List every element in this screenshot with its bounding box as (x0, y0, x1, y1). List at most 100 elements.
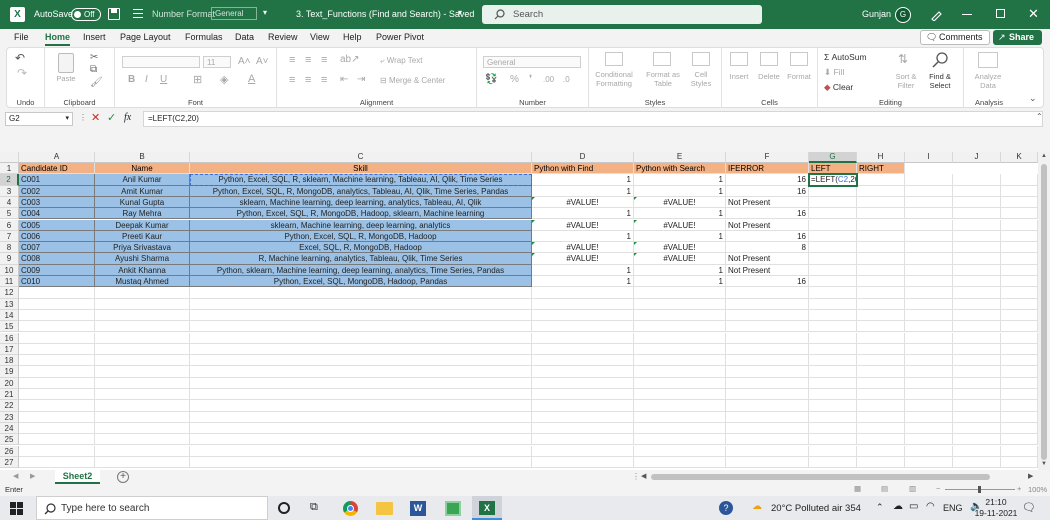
empty-cell[interactable] (905, 230, 953, 243)
font-color-icon[interactable]: A (248, 73, 255, 85)
active-cell-g2[interactable]: =LEFT(C2,20) (808, 173, 858, 187)
cell-iferror[interactable]: Not Present (726, 264, 809, 276)
empty-cell[interactable] (1001, 242, 1038, 254)
italic-icon[interactable]: I (145, 74, 148, 85)
empty-cell[interactable] (905, 411, 953, 423)
taskbar-search-box[interactable]: Type here to search (36, 496, 268, 520)
row-header[interactable]: 5 (0, 208, 19, 220)
empty-cell[interactable] (726, 445, 809, 457)
format-painter-icon[interactable]: 🖌 (90, 77, 103, 88)
empty-cell[interactable] (532, 434, 634, 446)
empty-cell[interactable] (905, 276, 953, 288)
empty-cell[interactable] (634, 366, 726, 378)
vertical-scroll-thumb[interactable] (1041, 164, 1047, 460)
bottom-align-icon[interactable]: ≡ (321, 54, 327, 66)
cell-python-search[interactable]: 1 (634, 230, 726, 243)
notifications-icon[interactable]: 🗨 (1022, 501, 1036, 514)
empty-cell[interactable] (953, 366, 1001, 378)
cell-python-find[interactable]: #VALUE! (532, 196, 634, 209)
scroll-left-icon[interactable]: ◀ (641, 472, 646, 480)
empty-cell[interactable] (726, 309, 809, 322)
empty-cell[interactable] (634, 298, 726, 310)
word-icon[interactable]: W (410, 501, 426, 516)
empty-cell[interactable] (95, 355, 190, 367)
empty-cell[interactable] (905, 208, 953, 220)
empty-cell[interactable] (953, 196, 1001, 209)
empty-cell[interactable] (905, 174, 953, 186)
empty-cell[interactable] (809, 309, 857, 322)
empty-cell[interactable] (1001, 456, 1038, 469)
analyze-data-icon[interactable] (978, 52, 998, 68)
empty-cell[interactable] (857, 185, 905, 197)
minimize-icon[interactable] (962, 14, 972, 15)
cell-skill[interactable]: Python, Excel, SQL, R, MongoDB, analytic… (190, 185, 532, 197)
row-header[interactable]: 10 (0, 264, 19, 276)
empty-cell[interactable] (532, 332, 634, 344)
cell-name[interactable]: Deepak Kumar (95, 219, 190, 231)
empty-cell[interactable] (634, 400, 726, 412)
empty-cell[interactable] (19, 377, 95, 389)
empty-cell[interactable] (809, 355, 857, 367)
empty-cell[interactable] (1001, 309, 1038, 322)
empty-cell[interactable] (190, 343, 532, 356)
avatar[interactable]: G (895, 7, 911, 23)
row-header[interactable]: 20 (0, 377, 19, 389)
row-header[interactable]: 17 (0, 343, 19, 356)
row-header[interactable]: 3 (0, 185, 19, 197)
header-cell-python-find[interactable]: Python with Find (532, 163, 634, 175)
collapse-ribbon-icon[interactable]: ⌄ (1029, 93, 1037, 104)
cell-iferror[interactable]: 16 (726, 208, 809, 220)
cell-skill[interactable]: sklearn, Machine learning, deep learning… (190, 196, 532, 209)
save-icon[interactable] (108, 8, 120, 20)
cell-python-find[interactable]: #VALUE! (532, 219, 634, 231)
cell-candidate-id[interactable]: C002 (19, 185, 95, 197)
cell-candidate-id[interactable]: C004 (19, 208, 95, 220)
cell-python-find[interactable]: 1 (532, 185, 634, 197)
cell-python-search[interactable]: 1 (634, 208, 726, 220)
cell-python-search[interactable]: #VALUE! (634, 253, 726, 265)
tab-power-pivot[interactable]: Power Pivot (376, 32, 424, 42)
empty-cell[interactable] (905, 366, 953, 378)
empty-cell[interactable] (19, 309, 95, 322)
empty-cell[interactable] (953, 309, 1001, 322)
empty-cell[interactable] (857, 276, 905, 288)
cell-iferror[interactable]: Not Present (726, 253, 809, 265)
empty-cell[interactable] (726, 411, 809, 423)
cell-skill[interactable]: Python, Excel, SQL, MongoDB, Hadoop, Pan… (190, 276, 532, 288)
empty-cell[interactable] (905, 309, 953, 322)
name-box-dropdown-icon[interactable]: ▾ (65, 113, 69, 125)
cell-python-search[interactable]: #VALUE! (634, 242, 726, 254)
empty-cell[interactable] (905, 253, 953, 265)
empty-cell[interactable] (634, 411, 726, 423)
align-center-icon[interactable]: ≡ (305, 74, 311, 86)
empty-cell[interactable] (190, 422, 532, 435)
empty-cell[interactable] (190, 400, 532, 412)
empty-cell[interactable] (95, 366, 190, 378)
empty-cell[interactable] (1001, 253, 1038, 265)
empty-cell[interactable] (532, 445, 634, 457)
empty-cell[interactable] (726, 434, 809, 446)
empty-cell[interactable] (634, 422, 726, 435)
column-header-e[interactable]: E (634, 152, 726, 163)
insert-cells-label[interactable]: Insert (725, 72, 753, 81)
column-header-d[interactable]: D (532, 152, 634, 163)
empty-cell[interactable] (95, 287, 190, 299)
empty-cell[interactable] (1001, 445, 1038, 457)
tab-insert[interactable]: Insert (83, 32, 106, 42)
empty-cell[interactable] (953, 343, 1001, 356)
row-header[interactable]: 14 (0, 309, 19, 322)
empty-cell[interactable] (953, 230, 1001, 243)
cell-skill[interactable]: Python, sklearn, Machine learning, deep … (190, 264, 532, 276)
row-header[interactable]: 23 (0, 411, 19, 423)
zoom-in-icon[interactable]: + (1017, 484, 1021, 493)
empty-cell[interactable] (857, 174, 905, 186)
empty-cell[interactable] (19, 389, 95, 401)
empty-cell[interactable] (953, 208, 1001, 220)
empty-cell[interactable] (190, 287, 532, 299)
empty-cell[interactable] (857, 366, 905, 378)
cell-skill[interactable]: Excel, SQL, R, MongoDB, Hadoop (190, 242, 532, 254)
empty-cell[interactable] (190, 332, 532, 344)
empty-cell[interactable] (726, 343, 809, 356)
comma-icon[interactable]: ❜ (529, 74, 532, 85)
empty-cell[interactable] (857, 456, 905, 469)
